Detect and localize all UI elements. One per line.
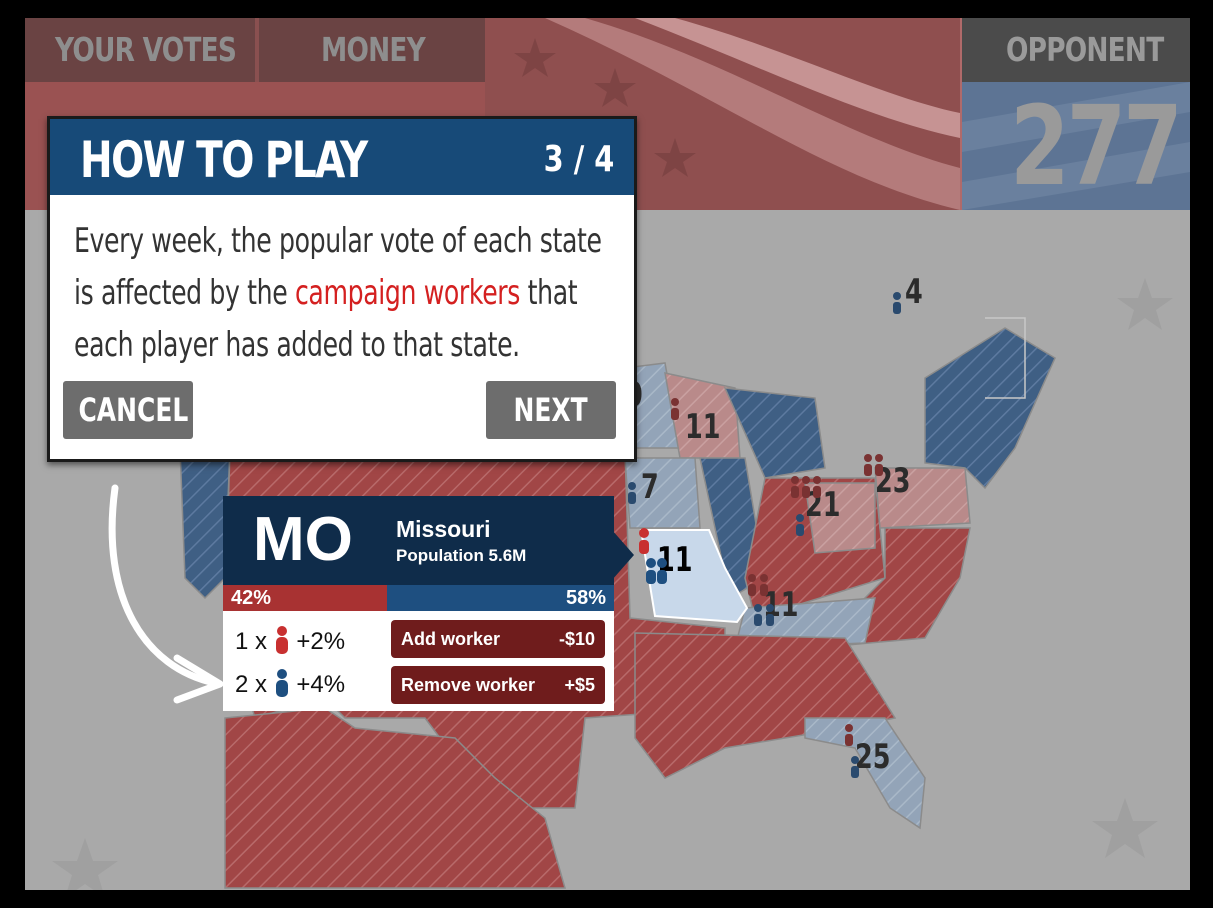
state-name: Missouri [396,516,491,542]
next-label: NEXT [513,391,589,429]
state-info-card: MO Missouri Population 5.6M 42% 58% 1 x … [223,496,614,711]
label-wi: 11 [685,407,720,447]
blue-pct: 58% [565,587,606,609]
red-worker-line: 1 x +2% [235,626,345,656]
how-to-play-dialog: HOW TO PLAY 3 / 4 Every week, the popula… [47,116,637,462]
red-worker-icon [275,626,288,654]
add-worker-button[interactable]: Add worker -$10 [391,620,605,658]
dialog-header: HOW TO PLAY 3 / 4 [50,119,634,195]
label-fl: 25 [855,737,890,777]
blue-worker-count: 2 x [235,671,268,698]
dialog-title: HOW TO PLAY [80,131,368,189]
add-worker-label: Add worker [401,629,501,649]
state-population: Population 5.6M [396,546,527,565]
remove-worker-gain: +$5 [564,675,595,695]
dialog-page-indicator: 3 / 4 [543,139,614,180]
remove-worker-label: Remove worker [401,675,536,695]
card-pointer [612,530,634,580]
blue-worker-icon [275,669,288,697]
next-button[interactable]: NEXT [486,381,616,439]
blue-worker-line: 2 x +4% [235,669,345,699]
body-highlight: campaign workers [294,273,521,313]
dialog-body: Every week, the popular vote of each sta… [74,215,607,371]
add-worker-cost: -$10 [558,629,595,649]
label-me: 4 [905,272,923,312]
red-pct: 42% [231,587,272,609]
remove-worker-button[interactable]: Remove worker +$5 [391,666,605,704]
red-effect: +2% [296,628,346,655]
cancel-button[interactable]: CANCEL [63,381,193,439]
label-oh: 21 [805,485,840,525]
card-header: MO Missouri Population 5.6M [223,496,614,585]
state-abbr: MO [253,505,353,574]
red-worker-count: 1 x [235,628,268,655]
blue-effect: +4% [296,671,346,698]
label-ia: 7 [641,467,659,507]
worker-markers [628,292,901,778]
cancel-label: CANCEL [78,391,189,429]
